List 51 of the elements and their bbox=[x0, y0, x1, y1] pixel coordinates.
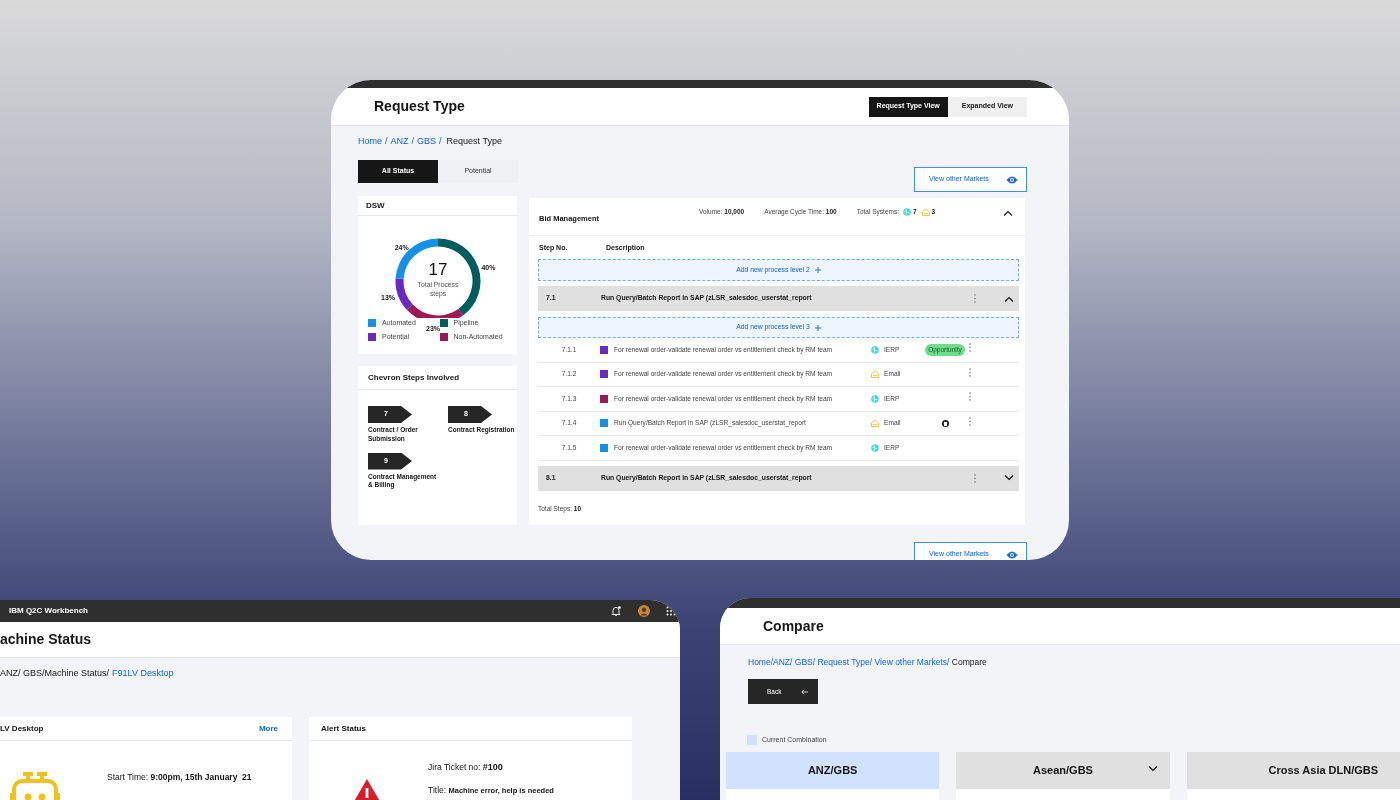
compare-column-header: ANZ/GBS bbox=[726, 751, 940, 789]
plus-icon[interactable] bbox=[814, 324, 821, 331]
card-title: LV Desktop bbox=[0, 722, 44, 735]
breadcrumb-link[interactable]: ANZ bbox=[390, 135, 409, 149]
breadcrumb-link[interactable]: Home bbox=[358, 135, 382, 149]
breadcrumb-link[interactable]: F91LV Desktop bbox=[112, 667, 174, 681]
breadcrumb-separator: / bbox=[385, 135, 388, 149]
card-title: DSW bbox=[358, 196, 517, 216]
globe-icon bbox=[871, 443, 879, 452]
breadcrumb-link[interactable]: Request Type/ bbox=[817, 655, 875, 669]
avatar-icon[interactable] bbox=[638, 605, 650, 617]
collapse-icon[interactable] bbox=[1004, 295, 1014, 302]
compare-column-header: Asean/GBS bbox=[956, 751, 1170, 789]
breadcrumb-link[interactable]: View other Markets/ bbox=[874, 655, 952, 669]
app-switcher-icon[interactable] bbox=[666, 606, 676, 616]
breadcrumb-current: Compare bbox=[951, 655, 987, 669]
page-title: Compare bbox=[763, 616, 824, 636]
breadcrumb-separator: / bbox=[439, 135, 442, 149]
breadcrumb-path: ANZ/ GBS/Machine Status/ bbox=[0, 667, 110, 681]
globe-icon bbox=[871, 394, 879, 403]
breadcrumb-link[interactable]: Home/ bbox=[748, 655, 774, 669]
breadcrumb-link[interactable]: GBS bbox=[417, 135, 437, 149]
field-text: Jira Ticket no: #100 bbox=[428, 761, 504, 774]
house-icon bbox=[871, 419, 879, 428]
eye-icon[interactable] bbox=[1006, 550, 1018, 559]
expand-icon[interactable] bbox=[1004, 475, 1014, 481]
more-link[interactable]: More bbox=[258, 722, 278, 735]
house-icon bbox=[921, 208, 930, 216]
total-steps-value: 17 bbox=[427, 261, 449, 278]
field-text: Start Time: 9:00pm, 15th January 21 bbox=[107, 771, 252, 784]
compare-column-header: Cross Asia DLN/GBS bbox=[1186, 751, 1400, 789]
eye-icon[interactable] bbox=[1006, 175, 1018, 184]
notification-bell-icon[interactable] bbox=[610, 605, 622, 617]
globe-icon bbox=[871, 345, 879, 354]
page-title: Request Type bbox=[374, 97, 465, 116]
robot-icon bbox=[10, 771, 60, 800]
card-title: Alert Status bbox=[309, 717, 632, 741]
house-icon bbox=[871, 370, 879, 379]
arrow-left-icon bbox=[801, 688, 808, 695]
plus-icon[interactable] bbox=[814, 267, 821, 273]
page-title: achine Status bbox=[0, 630, 92, 649]
card-title: Chevron Steps Involved bbox=[358, 366, 517, 390]
breadcrumb-link[interactable]: ANZ/ bbox=[773, 655, 795, 669]
dropdown-icon[interactable] bbox=[1147, 765, 1158, 772]
app-name: IBM Q2C Workbench bbox=[9, 605, 89, 617]
breadcrumb-separator: / bbox=[411, 135, 415, 149]
globe-icon bbox=[902, 208, 911, 216]
collapse-icon[interactable] bbox=[1003, 209, 1013, 216]
breadcrumb-link[interactable]: GBS/ bbox=[794, 655, 818, 669]
legend-swatch bbox=[747, 735, 757, 746]
breadcrumb-current: Request Type bbox=[446, 135, 502, 149]
